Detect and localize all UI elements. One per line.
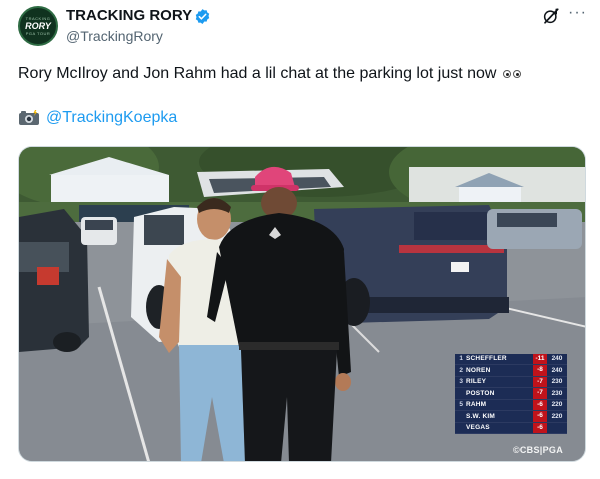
leaderboard-row: VEGAS -6 xyxy=(455,422,567,434)
leaderboard-score: -6 xyxy=(533,422,547,433)
leaderboard-thru: 220 xyxy=(551,412,563,420)
leaderboard: 1 SCHEFFLER -11 240 2 NOREN -8 240 3 RILEY -7 230 PO… xyxy=(455,353,567,434)
leaderboard-player-name: RAHM xyxy=(466,401,487,409)
leaderboard-row: POSTON -7 230 xyxy=(455,388,567,400)
leaderboard-position: 2 xyxy=(459,366,463,374)
photo-credit: @TrackingKoepka xyxy=(18,109,177,127)
tweet-photo[interactable]: 1 SCHEFFLER -11 240 2 NOREN -8 240 3 RILEY -7 230 PO… xyxy=(18,146,586,462)
leaderboard-player-name: VEGAS xyxy=(466,424,490,432)
verified-badge-icon xyxy=(195,9,210,24)
leaderboard-player-name: SCHEFFLER xyxy=(466,355,507,363)
camera-flash-icon xyxy=(19,110,39,125)
tweet-text-body: Rory McIlroy and Jon Rahm had a lil chat… xyxy=(18,65,497,82)
leaderboard-row: 2 NOREN -8 240 xyxy=(455,365,567,377)
leaderboard-row: 1 SCHEFFLER -11 240 xyxy=(455,353,567,365)
avatar-bottom-text: PGA TOUR xyxy=(25,31,51,36)
leaderboard-player-name: S.W. KIM xyxy=(466,412,496,420)
leaderboard-row: 5 RAHM -6 220 xyxy=(455,399,567,411)
leaderboard-score: -11 xyxy=(533,353,547,364)
leaderboard-position: 5 xyxy=(459,401,463,409)
more-options-icon[interactable]: ··· xyxy=(568,4,587,22)
credit-mention-link[interactable]: @TrackingKoepka xyxy=(46,109,177,127)
grok-icon[interactable] xyxy=(542,7,560,25)
leaderboard-score: -6 xyxy=(533,411,547,422)
leaderboard-thru: 240 xyxy=(551,355,563,363)
leaderboard-score: -7 xyxy=(533,376,547,387)
leaderboard-thru: 240 xyxy=(551,366,563,374)
leaderboard-player-name: POSTON xyxy=(466,389,495,397)
avatar[interactable]: TRACKING RORY PGA TOUR xyxy=(18,6,58,46)
leaderboard-row: 3 RILEY -7 230 xyxy=(455,376,567,388)
leaderboard-thru: 230 xyxy=(551,389,563,397)
leaderboard-score: -7 xyxy=(533,388,547,399)
leaderboard-thru: 230 xyxy=(551,378,563,386)
leaderboard-thru: 220 xyxy=(551,401,563,409)
broadcast-bug: ©CBS|PGA xyxy=(512,445,563,455)
tweet-text: Rory McIlroy and Jon Rahm had a lil chat… xyxy=(18,63,523,85)
leaderboard-row: S.W. KIM -6 220 xyxy=(455,411,567,423)
handle[interactable]: @TrackingRory xyxy=(66,28,163,44)
leaderboard-position: 3 xyxy=(459,378,463,386)
leaderboard-score: -8 xyxy=(533,365,547,376)
leaderboard-position: 1 xyxy=(459,355,463,363)
leaderboard-player-name: RILEY xyxy=(466,378,487,386)
leaderboard-player-name: NOREN xyxy=(466,366,491,374)
avatar-main-text: RORY xyxy=(25,21,51,31)
display-name[interactable]: TRACKING RORY xyxy=(66,7,192,24)
eyes-emoji-icon xyxy=(501,69,523,79)
leaderboard-score: -6 xyxy=(533,399,547,410)
